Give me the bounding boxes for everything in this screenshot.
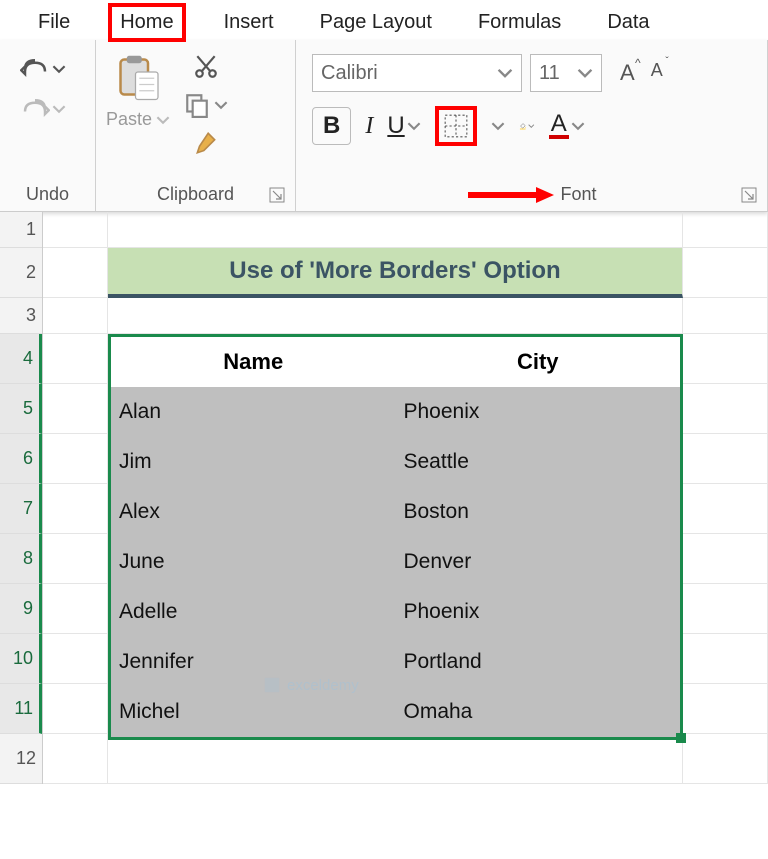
annotation-arrow [466,185,556,205]
row-header[interactable]: 6 [0,434,42,484]
ribbon-tabs: File Home Insert Page Layout Formulas Da… [0,0,768,40]
row-headers: 1 2 3 4 5 6 7 8 9 10 11 12 [0,212,43,784]
copy-icon [184,92,210,118]
chevron-down-icon [52,62,66,76]
chevron-down-icon [214,98,228,112]
group-font: Calibri 11 A^ Aˇ B I U [296,40,768,211]
cell-city[interactable]: Phoenix [396,387,681,437]
bold-button[interactable]: B [312,107,351,145]
font-color-button[interactable]: A [549,113,585,139]
tab-insert[interactable]: Insert [216,7,282,38]
row-header[interactable]: 10 [0,634,42,684]
group-label-font: Font [306,180,757,207]
cell-city[interactable]: Seattle [396,437,681,487]
italic-button[interactable]: I [365,113,373,140]
row-header[interactable]: 1 [0,212,42,248]
clipboard-launcher[interactable] [269,187,285,203]
row-header[interactable]: 4 [0,334,42,384]
borders-button[interactable] [435,106,477,146]
row-header[interactable]: 3 [0,298,42,334]
table-header-row: Name City [111,337,680,387]
cell-name[interactable]: Alex [111,487,396,537]
font-size-value: 11 [539,62,560,85]
format-painter-button[interactable] [193,130,219,156]
font-name-value: Calibri [321,62,378,85]
watermark: exceldemy [263,676,359,694]
selection-handle[interactable] [676,733,686,743]
paintbrush-icon [193,130,219,156]
cell-name[interactable]: Michel [111,687,396,737]
increase-font-button[interactable]: A^ [616,56,639,90]
table-row: Adelle Phoenix [111,587,680,637]
chevron-down-icon [156,113,170,127]
chevron-down-icon [491,119,505,133]
tab-home[interactable]: Home [108,3,185,42]
cell-name[interactable]: June [111,537,396,587]
paste-label: Paste [106,109,152,130]
redo-button[interactable] [20,94,66,124]
table-row: Michel Omaha [111,687,680,737]
decrease-font-button[interactable]: Aˇ [647,56,667,90]
cut-button[interactable] [193,54,219,80]
cell-city[interactable]: Portland [396,637,681,687]
cell-grid[interactable]: Use of 'More Borders' Option Name City A… [43,212,768,784]
borders-icon [443,113,469,139]
header-name[interactable]: Name [111,337,396,387]
font-size-select[interactable]: 11 [530,54,602,92]
scissors-icon [193,54,219,80]
cell-name[interactable]: Adelle [111,587,396,637]
chevron-down-icon [407,119,421,133]
selected-range[interactable]: Name City Alan Phoenix Jim Seattle Alex … [108,334,683,740]
group-clipboard: Paste Clipboard [96,40,296,211]
font-launcher[interactable] [741,187,757,203]
cell-name[interactable]: Alan [111,387,396,437]
chevron-down-icon [577,65,593,81]
row-header[interactable]: 7 [0,484,42,534]
group-undo: Undo [0,40,96,211]
fill-color-button[interactable] [519,119,535,133]
tab-data[interactable]: Data [599,7,657,38]
cell-name[interactable]: Jim [111,437,396,487]
chevron-down-icon [52,102,66,116]
row-header[interactable]: 8 [0,534,42,584]
ribbon-body: Undo Paste [0,40,768,212]
group-label-undo: Undo [10,180,85,207]
header-city[interactable]: City [396,337,681,387]
undo-button[interactable] [20,54,66,84]
chevron-down-icon [571,119,585,133]
chevron-down-icon [528,119,535,133]
cell-city[interactable]: Phoenix [396,587,681,637]
row-header[interactable]: 9 [0,584,42,634]
paste-button[interactable]: Paste [106,48,170,130]
cell-city[interactable]: Boston [396,487,681,537]
table-row: Jennifer Portland [111,637,680,687]
borders-dropdown[interactable] [491,119,505,133]
cell-city[interactable]: Omaha [396,687,681,737]
cell-city[interactable]: Denver [396,537,681,587]
paint-bucket-icon [519,122,526,129]
copy-button[interactable] [184,92,228,118]
title-cell[interactable]: Use of 'More Borders' Option [108,248,683,298]
paste-icon [113,52,163,107]
row-header[interactable]: 2 [0,248,42,298]
row-header[interactable]: 12 [0,734,42,784]
table-row: Alan Phoenix [111,387,680,437]
table-row: Alex Boston [111,487,680,537]
tab-page-layout[interactable]: Page Layout [312,7,440,38]
tab-file[interactable]: File [30,7,78,38]
spreadsheet: 1 2 3 4 5 6 7 8 9 10 11 12 Use of 'More … [0,212,768,784]
tab-formulas[interactable]: Formulas [470,7,569,38]
underline-button[interactable]: U [387,112,420,140]
table-row: Jim Seattle [111,437,680,487]
font-name-select[interactable]: Calibri [312,54,522,92]
row-header[interactable]: 5 [0,384,42,434]
group-label-clipboard: Clipboard [106,180,285,207]
row-header[interactable]: 11 [0,684,42,734]
chevron-down-icon [497,65,513,81]
table-row: June Denver [111,537,680,587]
